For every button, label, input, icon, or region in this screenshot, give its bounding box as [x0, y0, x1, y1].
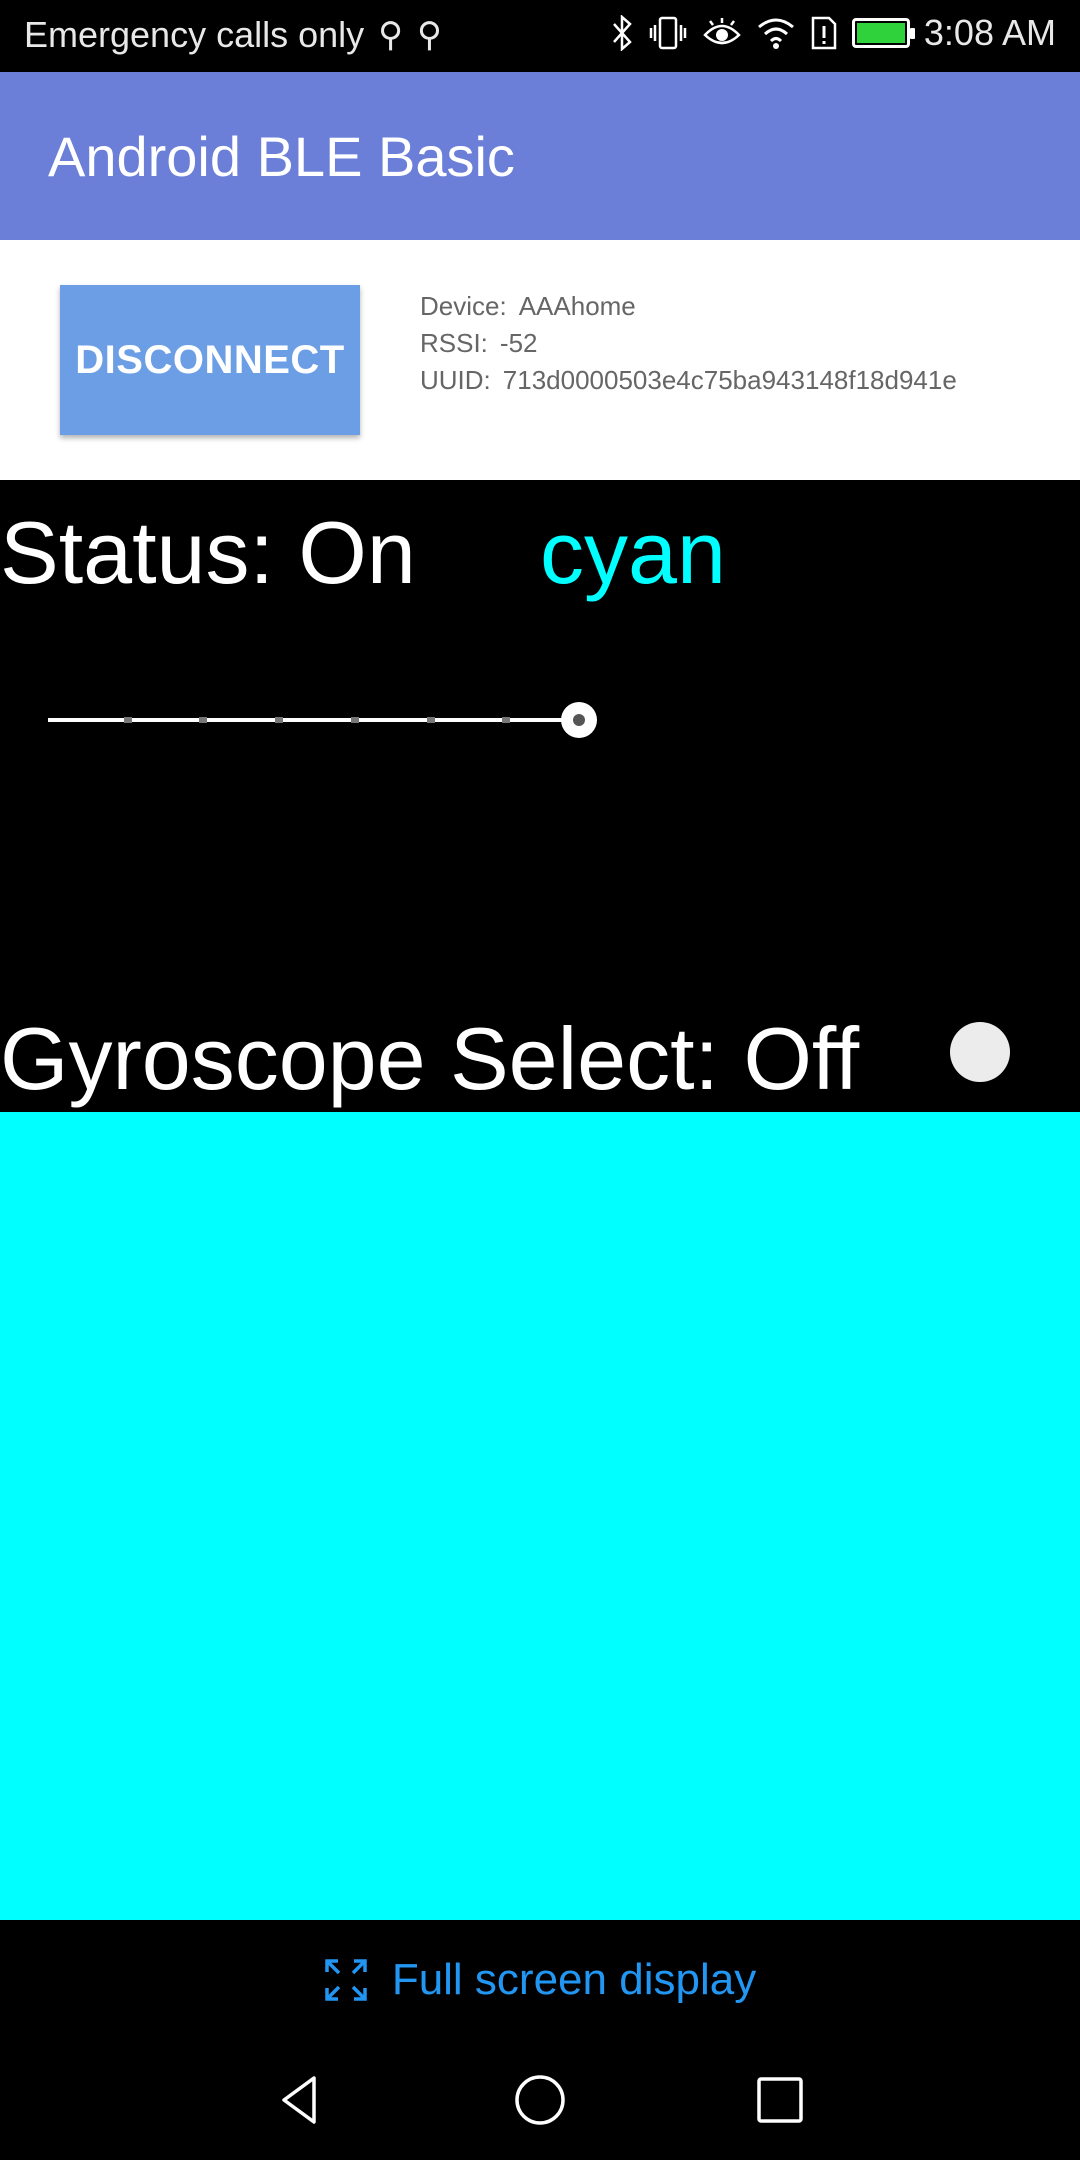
color-preview-panel: [0, 1112, 1080, 1920]
app-bar: Android BLE Basic: [0, 72, 1080, 240]
device-row: Device: AAAhome: [420, 288, 957, 325]
rssi-label: RSSI:: [420, 328, 488, 358]
navigation-bar: [0, 2040, 1080, 2160]
slider-tick: [199, 717, 207, 723]
clock-text: 3:08 AM: [923, 12, 1056, 53]
slider-tick: [502, 717, 510, 723]
disconnect-button[interactable]: DISCONNECT: [60, 285, 360, 435]
bluetooth-icon: [612, 15, 632, 51]
back-icon[interactable]: [270, 2070, 330, 2130]
status-text: Status: On: [0, 503, 416, 602]
slider-tick: [124, 717, 132, 723]
battery-icon: [851, 18, 915, 48]
rssi-row: RSSI: -52: [420, 325, 957, 362]
rssi-value: -52: [499, 328, 538, 358]
device-value: AAAhome: [518, 291, 636, 321]
slider-thumb[interactable]: [561, 702, 597, 738]
recents-icon[interactable]: [750, 2070, 810, 2130]
carrier-text: Emergency calls only: [24, 14, 365, 55]
fullscreen-bar: Full screen display: [0, 1920, 1080, 2040]
status-bar: Emergency calls only ⚲ ⚲ 3:08 AM: [0, 0, 1080, 72]
device-panel: DISCONNECT Device: AAAhome RSSI: -52 UUID:…: [0, 240, 1080, 480]
battery-fill: [856, 23, 905, 43]
expand-icon: [325, 1959, 367, 2001]
uuid-label: UUID:: [420, 365, 491, 395]
wifi-icon: [757, 18, 794, 49]
slider-tick: [427, 717, 435, 723]
usb-icon: ⚲: [378, 16, 404, 54]
slider-tick: [351, 717, 359, 723]
gyroscope-select-text: Gyroscope Select: Off: [0, 1009, 860, 1108]
slider-tick: [275, 717, 283, 723]
gyroscope-toggle[interactable]: [950, 1022, 1010, 1082]
uuid-row: UUID: 713d0000503e4c75ba943148f18d941e: [420, 362, 957, 399]
app-title: Android BLE Basic: [48, 125, 515, 188]
usb-icon: ⚲: [417, 16, 442, 54]
fullscreen-display-button[interactable]: Full screen display: [324, 1955, 756, 2005]
vibrate-icon: [649, 16, 687, 50]
eye-icon: [703, 18, 741, 45]
device-info: Device: AAAhome RSSI: -52 UUID: 713d0000503…: [420, 288, 957, 399]
status-bar-left: Emergency calls only ⚲ ⚲: [24, 14, 442, 56]
device-label: Device:: [420, 291, 507, 321]
sim-alert-icon: [811, 16, 837, 50]
color-name-text: cyan: [540, 503, 726, 602]
control-area: Status: On cyan Gyroscope Select: Off: [0, 480, 1080, 1112]
fullscreen-label: Full screen display: [391, 1955, 757, 2004]
uuid-value: 713d0000503e4c75ba943148f18d941e: [502, 365, 957, 395]
status-bar-right: 3:08 AM: [610, 12, 1056, 54]
home-icon[interactable]: [510, 2070, 570, 2130]
brightness-slider[interactable]: [48, 702, 598, 738]
